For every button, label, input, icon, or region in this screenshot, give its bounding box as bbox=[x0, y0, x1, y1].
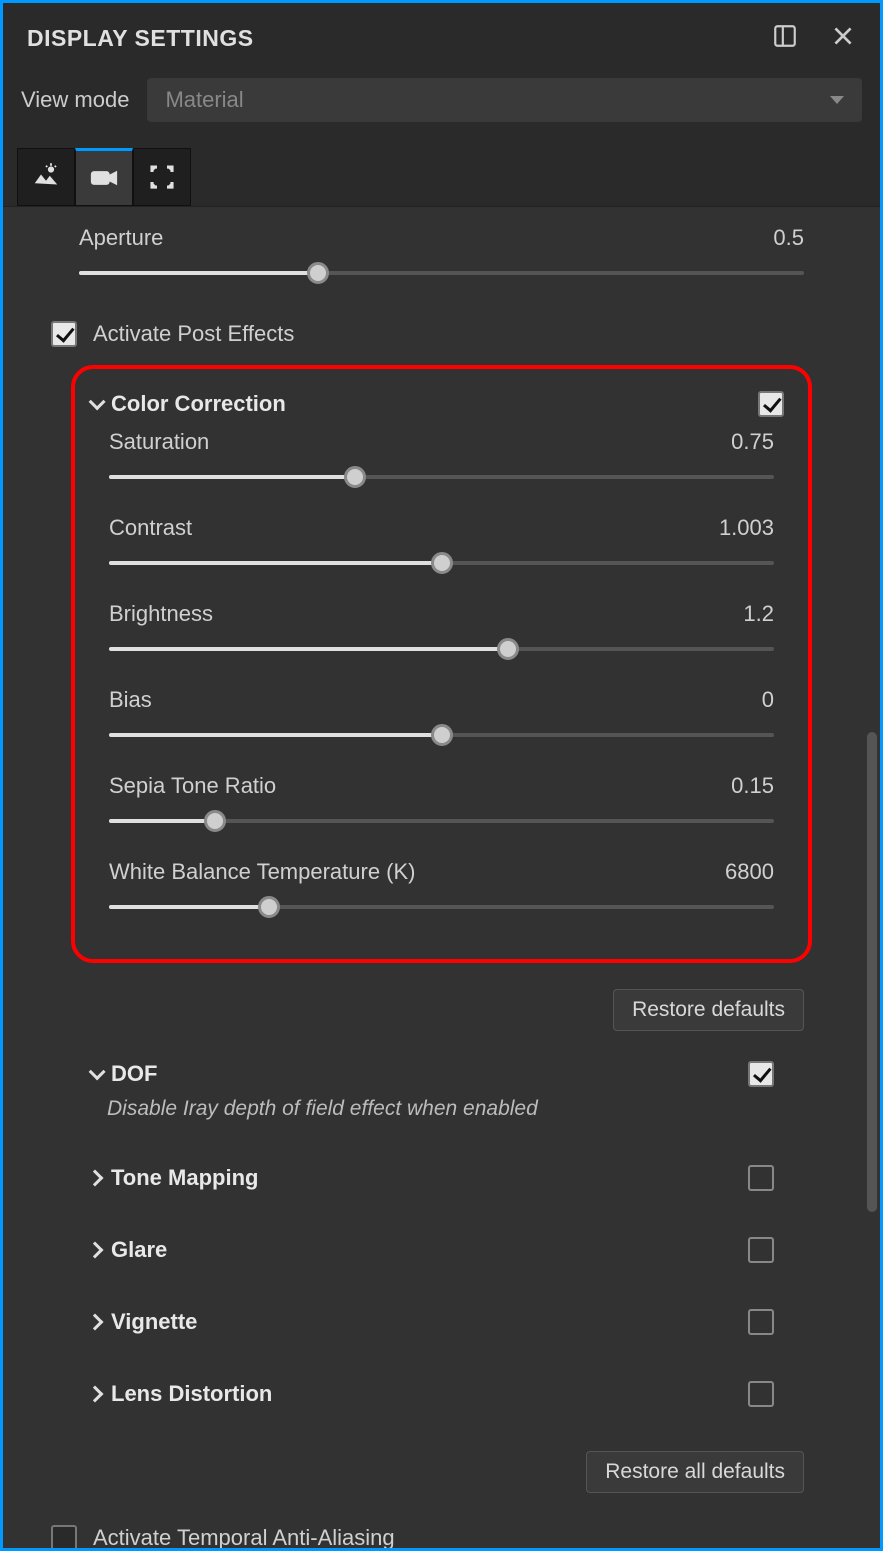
dof-subtitle: Disable Iray depth of field effect when … bbox=[79, 1093, 804, 1125]
view-mode-row: View mode Material bbox=[3, 66, 880, 140]
activate-temporal-aa-label: Activate Temporal Anti-Aliasing bbox=[93, 1525, 395, 1548]
chevron-down-icon bbox=[830, 96, 844, 104]
color-correction-checkbox[interactable] bbox=[758, 391, 784, 417]
aperture-value[interactable]: 0.5 bbox=[773, 225, 804, 251]
activate-post-effects-label: Activate Post Effects bbox=[93, 321, 294, 347]
slider-track[interactable] bbox=[109, 723, 774, 747]
dof-title: DOF bbox=[111, 1061, 157, 1087]
view-mode-selected: Material bbox=[165, 87, 243, 113]
section-checkbox[interactable] bbox=[748, 1165, 774, 1191]
section-title: Lens Distortion bbox=[111, 1381, 272, 1407]
section-title: Glare bbox=[111, 1237, 167, 1263]
cc-slider-brightness: Brightness 1.2 bbox=[75, 601, 808, 661]
slider-value[interactable]: 0 bbox=[762, 687, 774, 713]
scrollbar[interactable] bbox=[867, 732, 877, 1212]
slider-value[interactable]: 6800 bbox=[725, 859, 774, 885]
slider-track[interactable] bbox=[109, 465, 774, 489]
aperture-track[interactable] bbox=[79, 261, 804, 285]
titlebar: DISPLAY SETTINGS bbox=[3, 3, 880, 66]
cc-slider-sepia-tone-ratio: Sepia Tone Ratio 0.15 bbox=[75, 773, 808, 833]
aperture-slider: Aperture 0.5 bbox=[3, 225, 880, 285]
panel-layout-icon[interactable] bbox=[772, 23, 798, 54]
activate-temporal-aa-checkbox[interactable] bbox=[51, 1525, 77, 1548]
chevron-right-icon bbox=[87, 1314, 104, 1331]
slider-label: Bias bbox=[109, 687, 152, 713]
cc-slider-saturation: Saturation 0.75 bbox=[75, 429, 808, 489]
slider-label: Brightness bbox=[109, 601, 213, 627]
tab-environment[interactable] bbox=[17, 148, 75, 206]
slider-value[interactable]: 0.15 bbox=[731, 773, 774, 799]
display-settings-panel: DISPLAY SETTINGS View mode Material bbox=[0, 0, 883, 1551]
close-icon[interactable] bbox=[830, 23, 856, 54]
chevron-right-icon bbox=[87, 1170, 104, 1187]
tab-camera[interactable] bbox=[75, 148, 133, 206]
color-correction-highlight: Color Correction Saturation 0.75 Contrast 1… bbox=[71, 365, 812, 963]
aperture-label: Aperture bbox=[79, 225, 163, 251]
section-checkbox[interactable] bbox=[748, 1237, 774, 1263]
section-header-tone-mapping[interactable]: Tone Mapping bbox=[79, 1157, 804, 1197]
activate-temporal-aa-row: Activate Temporal Anti-Aliasing bbox=[3, 1515, 880, 1548]
color-correction-header[interactable]: Color Correction bbox=[75, 383, 808, 429]
dof-header[interactable]: DOF bbox=[79, 1053, 804, 1093]
section-header-glare[interactable]: Glare bbox=[79, 1229, 804, 1269]
cc-slider-bias: Bias 0 bbox=[75, 687, 808, 747]
slider-label: Contrast bbox=[109, 515, 192, 541]
cc-slider-contrast: Contrast 1.003 bbox=[75, 515, 808, 575]
slider-label: Sepia Tone Ratio bbox=[109, 773, 276, 799]
section-header-vignette[interactable]: Vignette bbox=[79, 1301, 804, 1341]
cc-slider-white-balance-temperature-k-: White Balance Temperature (K) 6800 bbox=[75, 859, 808, 919]
slider-label: Saturation bbox=[109, 429, 209, 455]
chevron-down-icon bbox=[89, 1063, 106, 1080]
slider-label: White Balance Temperature (K) bbox=[109, 859, 416, 885]
settings-content: Aperture 0.5 Activate Post Effects Color… bbox=[3, 206, 880, 1548]
section-checkbox[interactable] bbox=[748, 1381, 774, 1407]
activate-post-effects-row: Activate Post Effects bbox=[3, 311, 880, 365]
slider-value[interactable]: 1.003 bbox=[719, 515, 774, 541]
slider-value[interactable]: 0.75 bbox=[731, 429, 774, 455]
section-header-lens-distortion[interactable]: Lens Distortion bbox=[79, 1373, 804, 1413]
chevron-right-icon bbox=[87, 1242, 104, 1259]
restore-all-defaults-button[interactable]: Restore all defaults bbox=[586, 1451, 804, 1493]
slider-value[interactable]: 1.2 bbox=[743, 601, 774, 627]
chevron-down-icon bbox=[89, 393, 106, 410]
view-mode-label: View mode bbox=[21, 87, 129, 113]
section-checkbox[interactable] bbox=[748, 1309, 774, 1335]
chevron-right-icon bbox=[87, 1386, 104, 1403]
section-title: Tone Mapping bbox=[111, 1165, 258, 1191]
tab-row bbox=[3, 140, 880, 206]
panel-title: DISPLAY SETTINGS bbox=[27, 25, 254, 52]
activate-post-effects-checkbox[interactable] bbox=[51, 321, 77, 347]
section-title: Vignette bbox=[111, 1309, 197, 1335]
color-correction-title: Color Correction bbox=[111, 391, 286, 417]
view-mode-dropdown[interactable]: Material bbox=[147, 78, 862, 122]
slider-track[interactable] bbox=[109, 551, 774, 575]
slider-track[interactable] bbox=[109, 809, 774, 833]
restore-defaults-button[interactable]: Restore defaults bbox=[613, 989, 804, 1031]
slider-track[interactable] bbox=[109, 637, 774, 661]
dof-checkbox[interactable] bbox=[748, 1061, 774, 1087]
tab-focus[interactable] bbox=[133, 148, 191, 206]
slider-track[interactable] bbox=[109, 895, 774, 919]
